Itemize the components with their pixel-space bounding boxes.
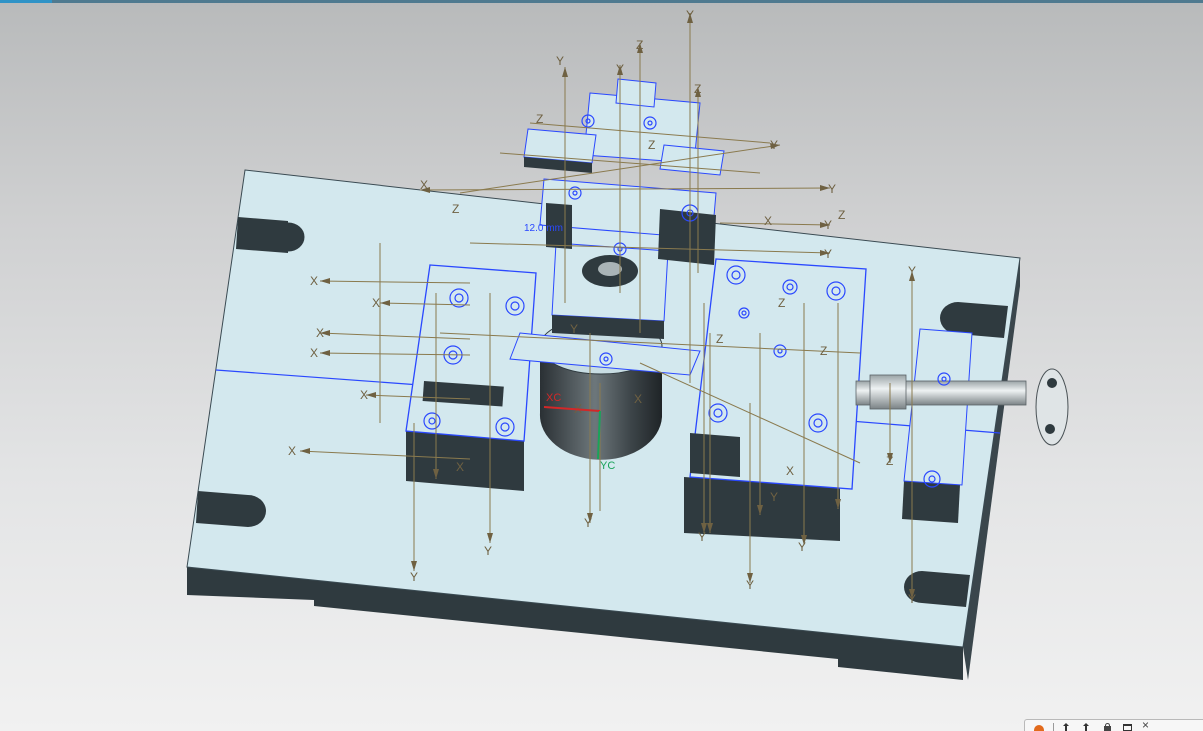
axis-label-y: Y [698, 530, 706, 544]
axis-label-y: Y [908, 264, 916, 278]
axis-label-y: Y [570, 322, 578, 336]
axis-label-x: X [310, 346, 318, 360]
axis-label-y: Y [616, 62, 624, 76]
select-icon[interactable] [1082, 723, 1094, 731]
axis-label-y: Y [824, 247, 832, 261]
axis-label-z: Z [694, 82, 701, 96]
window-icon[interactable] [1122, 723, 1134, 731]
axis-label-x: X [372, 296, 380, 310]
lock-icon[interactable] [1102, 723, 1114, 731]
axis-label-y: Y [746, 578, 754, 592]
axis-label-y: Y [770, 490, 778, 504]
axis-label-y: Y [686, 8, 694, 22]
axis-label-z: Z [778, 296, 785, 310]
axis-label-y: Y [770, 138, 778, 152]
toolbar-separator [1053, 723, 1054, 731]
axis-label-y: Y [828, 182, 836, 196]
axis-label-z: Z [886, 454, 893, 468]
snap-icon[interactable] [1033, 723, 1045, 731]
axis-label-y: Y [824, 218, 832, 232]
axis-label-x: X [786, 464, 794, 478]
axis-label-y: Y [410, 570, 418, 584]
cad-model-svg: Y Z Z Y Y Y Y Y Y X X X X X X X Y Y Y Y … [186, 8, 1069, 680]
axis-label-z: Z [452, 202, 459, 216]
axis-label-z: Z [648, 138, 655, 152]
axis-label-y: Y [556, 54, 564, 68]
axis-label-z: Z [536, 112, 543, 126]
axis-label-z: Z [820, 344, 827, 358]
view-mini-toolbar [1024, 719, 1203, 731]
axis-label-y: Y [484, 544, 492, 558]
wcs-x-label: XC [546, 392, 561, 404]
axis-label-z: Z [716, 332, 723, 346]
dimension-annotation[interactable]: 12.0 mm [524, 223, 563, 234]
axis-label-x: X [360, 388, 368, 402]
axis-label-y: Y [798, 540, 806, 554]
axis-label-x: X [634, 392, 642, 406]
axis-label-x: X [288, 444, 296, 458]
mounting-slot-top-left[interactable] [236, 217, 308, 255]
wcs-y-label: YC [600, 460, 615, 472]
axis-label-z: Z [838, 208, 845, 222]
close-icon[interactable] [1142, 720, 1154, 731]
axis-label-x: X [420, 178, 428, 192]
arrow-icon[interactable] [1062, 723, 1074, 731]
axis-label-x: X [310, 274, 318, 288]
axis-label-z: Z [636, 38, 643, 52]
axis-label-x: X [456, 460, 464, 474]
graphics-viewport[interactable]: Y Z Z Y Y Y Y Y Y X X X X X X X Y Y Y Y … [0, 3, 1203, 731]
axis-label-y: Y [908, 592, 916, 606]
axis-label-x: X [764, 214, 772, 228]
axis-label-y: Y [584, 516, 592, 530]
axis-label-x: X [316, 326, 324, 340]
